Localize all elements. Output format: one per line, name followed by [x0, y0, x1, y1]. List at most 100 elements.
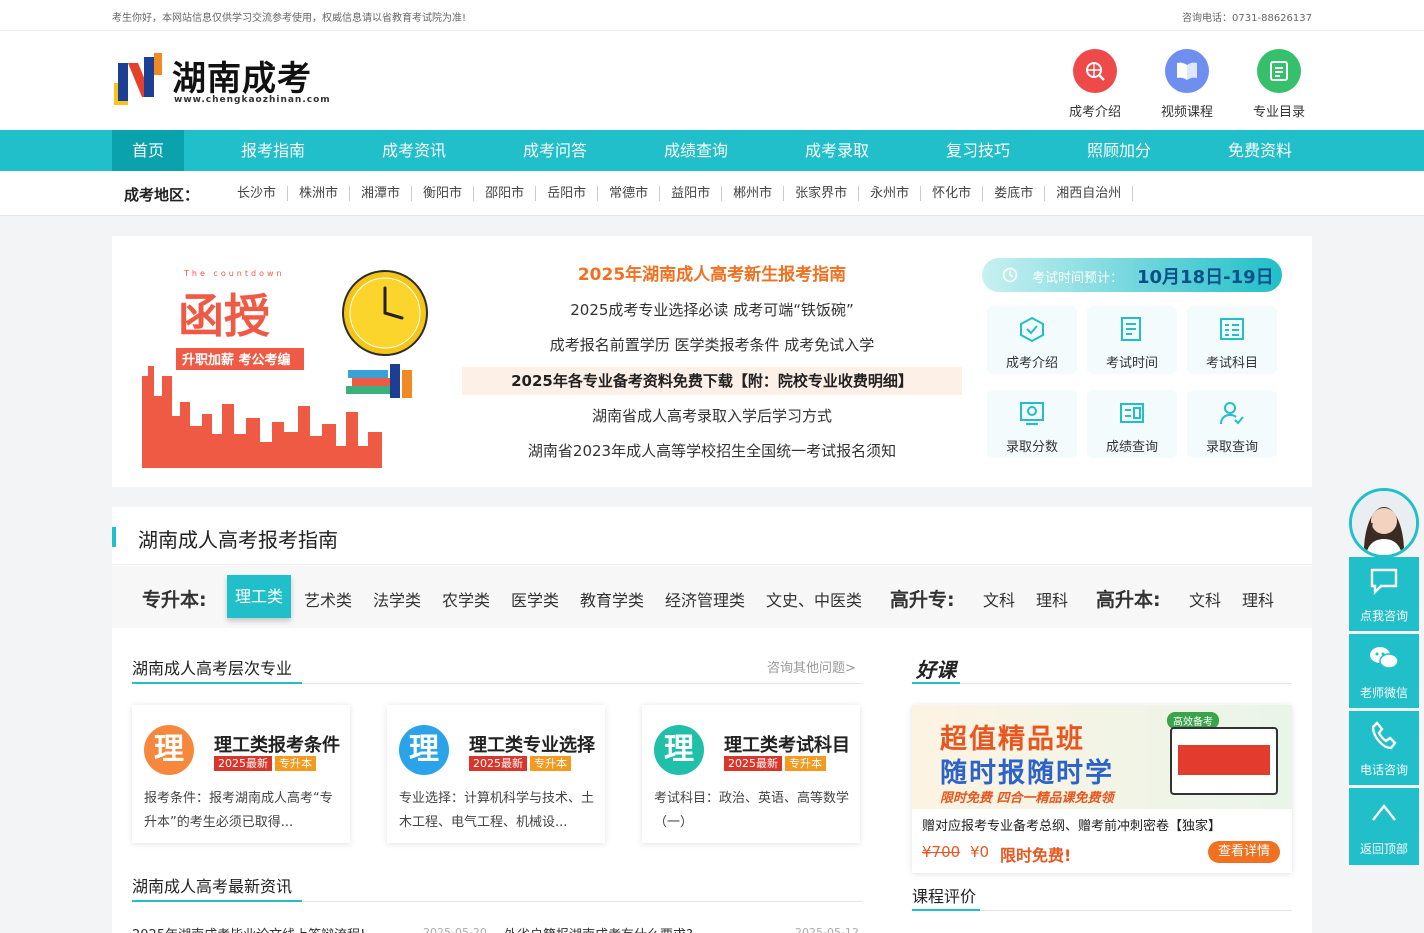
category-tab[interactable]: 艺术类 [304, 587, 352, 611]
news-item[interactable]: 外省户籍报湖南成考有什么要求? [504, 924, 693, 933]
wechat-icon [1370, 647, 1399, 669]
region-city[interactable]: 株洲市 [288, 186, 351, 201]
quick-tile-intro[interactable]: 成考介绍 [987, 306, 1077, 374]
main-nav: 首页 报考指南 成考资讯 成考问答 成绩查询 成考录取 复习技巧 照顾加分 免费… [0, 130, 1424, 171]
major-card[interactable]: 理 理工类报考条件 2025最新 专升本 报考条件：报考湖南成人高考“专升本”的考… [132, 705, 350, 843]
region-city[interactable]: 永州市 [859, 186, 922, 201]
side-btn-top[interactable]: 返回顶部 [1349, 788, 1419, 865]
region-city[interactable]: 郴州市 [722, 186, 785, 201]
nav-item-admission[interactable]: 成考录取 [794, 130, 880, 171]
region-list: 长沙市 株洲市 湘潭市 衡阳市 邵阳市 岳阳市 常德市 益阳市 郴州市 张家界市… [226, 186, 1134, 201]
major-glyph-icon: 理 [144, 725, 194, 775]
logo-title[interactable]: 湖南成考 [172, 51, 312, 100]
region-city[interactable]: 益阳市 [660, 186, 723, 201]
news-item[interactable]: 2025年湖南成考毕业论文线上答辩流程! [132, 924, 422, 933]
course-line3: 限时免费 四合一精品课免费领 [940, 791, 1114, 806]
news-title: 湖南成人高考最新资讯 [132, 877, 293, 896]
side-btn-label: 返回顶部 [1359, 842, 1408, 856]
category-tab[interactable]: 文科 [983, 587, 1015, 611]
side-btn-phone[interactable]: 电话咨询 [1349, 711, 1419, 785]
banner-links: 2025年湖南成人高考新生报考指南 2025成考专业选择必读 成考可端“铁饭碗”… [462, 258, 962, 469]
category-tab[interactable]: 理科 [1036, 587, 1068, 611]
region-city[interactable]: 湘潭市 [350, 186, 413, 201]
quick-tile-admission[interactable]: 录取查询 [1187, 390, 1277, 458]
tag-level: 专升本 [275, 756, 316, 771]
banner-link[interactable]: 成考报名前置学历 医学类报考条件 成考免试入学 [462, 328, 962, 363]
user-check-icon [1220, 402, 1244, 425]
region-city[interactable]: 邵阳市 [474, 186, 537, 201]
course-line2: 随时报随时学 [940, 758, 1114, 789]
tag-new: 2025最新 [724, 756, 782, 771]
nav-item-free[interactable]: 免费资料 [1217, 130, 1303, 171]
majors-more-link[interactable]: 咨询其他问题> [767, 657, 856, 676]
header-link-majors[interactable]: 专业目录 [1249, 49, 1309, 120]
banner-image-en: The countdown [183, 269, 285, 278]
nav-item-bonus[interactable]: 照顾加分 [1076, 130, 1162, 171]
major-card-desc: 专业选择：计算机科学与技术、土木工程、电气工程、机械设... [399, 791, 595, 830]
region-bar: 成考地区： 长沙市 株洲市 湘潭市 衡阳市 邵阳市 岳阳市 常德市 益阳市 郴州… [0, 171, 1424, 216]
region-city[interactable]: 岳阳市 [536, 186, 599, 201]
category-tab[interactable]: 理科 [1242, 587, 1274, 611]
major-card-title: 理工类报考条件 [214, 735, 340, 756]
quick-tile-subjects[interactable]: 考试科目 [1187, 306, 1277, 374]
banner-image[interactable]: The countdown 函授 升职加薪 考公考编 [142, 266, 442, 468]
nav-item-review[interactable]: 复习技巧 [935, 130, 1021, 171]
banner-link-highlight[interactable]: 2025年各专业备考资料免费下载【附：院校专业收费明细】 [462, 367, 962, 395]
banner-link[interactable]: 2025成考专业选择必读 成考可端“铁饭碗” [462, 293, 962, 328]
course-card[interactable]: 超值精品班 随时报随时学 限时免费 四合一精品课免费领 高效备考 赠对应报考专业… [912, 705, 1292, 873]
clock-icon [1002, 267, 1018, 283]
category-tab[interactable]: 农学类 [442, 587, 490, 611]
news-date: 2025-05-20 [423, 926, 487, 933]
side-btn-wechat[interactable]: 老师微信 [1349, 634, 1419, 708]
major-card-tags: 2025最新 专升本 [214, 755, 319, 771]
nav-item-news[interactable]: 成考资讯 [371, 130, 457, 171]
nav-item-home[interactable]: 首页 [112, 130, 184, 171]
quick-tile-time[interactable]: 考试时间 [1087, 306, 1177, 374]
banner-link[interactable]: 湖南省2023年成人高等学校招生全国统一考试报名须知 [462, 434, 962, 469]
major-card[interactable]: 理 理工类考试科目 2025最新 专升本 考试科目：政治、英语、高等数学（一） [642, 705, 860, 843]
nav-item-guide[interactable]: 报考指南 [230, 130, 316, 171]
region-city[interactable]: 衡阳市 [412, 186, 475, 201]
region-city[interactable]: 怀化市 [921, 186, 984, 201]
nav-item-score[interactable]: 成绩查询 [653, 130, 739, 171]
category-tab[interactable]: 法学类 [373, 587, 421, 611]
news-date: 2025-05-12 [795, 926, 859, 933]
region-city[interactable]: 湘西自治州 [1045, 186, 1134, 201]
quick-tile-score[interactable]: 成绩查询 [1087, 390, 1177, 458]
book-list-icon [1220, 318, 1244, 340]
course-title: 好课 [916, 658, 956, 682]
exam-time-value: 10月18日-19日 [1137, 267, 1274, 288]
category-tab[interactable]: 教育学类 [580, 587, 644, 611]
major-card-desc: 报考条件：报考湖南成人高考“专升本”的考生必须已取得... [144, 791, 333, 830]
exam-time-pill: 考试时间预计： 10月18日-19日 [982, 258, 1282, 292]
banner-link[interactable]: 2025年湖南成人高考新生报考指南 [462, 258, 962, 293]
category-tab[interactable]: 文史、中医类 [766, 587, 862, 611]
nav-item-qa[interactable]: 成考问答 [512, 130, 598, 171]
quick-tile-cutoff[interactable]: 录取分数 [987, 390, 1077, 458]
region-city[interactable]: 娄底市 [983, 186, 1046, 201]
title-underline [912, 682, 960, 684]
header-link-intro[interactable]: 成考介绍 [1065, 49, 1125, 120]
logo-icon[interactable] [114, 53, 164, 105]
tag-level: 专升本 [530, 756, 571, 771]
category-tab[interactable]: 文科 [1189, 587, 1221, 611]
region-city[interactable]: 张家界市 [784, 186, 860, 201]
advisor-avatar[interactable] [1349, 488, 1419, 558]
region-city[interactable]: 长沙市 [226, 186, 289, 201]
category-bar: 专升本: 理工类 艺术类 法学类 农学类 医学类 教育学类 经济管理类 文史、中… [112, 566, 1312, 628]
title-underline [132, 900, 302, 902]
category-group-label: 高升本: [1096, 589, 1161, 611]
category-tab-active[interactable]: 理工类 [227, 575, 292, 618]
category-tab[interactable]: 医学类 [511, 587, 559, 611]
region-city[interactable]: 常德市 [598, 186, 661, 201]
course-detail-button[interactable]: 查看详情 [1208, 841, 1280, 863]
category-tab[interactable]: 经济管理类 [665, 587, 745, 611]
side-btn-consult[interactable]: 点我咨询 [1349, 557, 1419, 631]
list-icon [1257, 49, 1301, 93]
banner-link[interactable]: 湖南省成人高考录取入学后学习方式 [462, 399, 962, 434]
major-card[interactable]: 理 理工类专业选择 2025最新 专升本 专业选择：计算机科学与技术、土木工程、电… [387, 705, 605, 843]
grade-icon [1120, 403, 1144, 423]
major-card-title: 理工类考试科目 [724, 735, 850, 756]
quick-tile-label: 录取查询 [1205, 440, 1258, 455]
header-link-video[interactable]: 视频课程 [1157, 49, 1217, 120]
